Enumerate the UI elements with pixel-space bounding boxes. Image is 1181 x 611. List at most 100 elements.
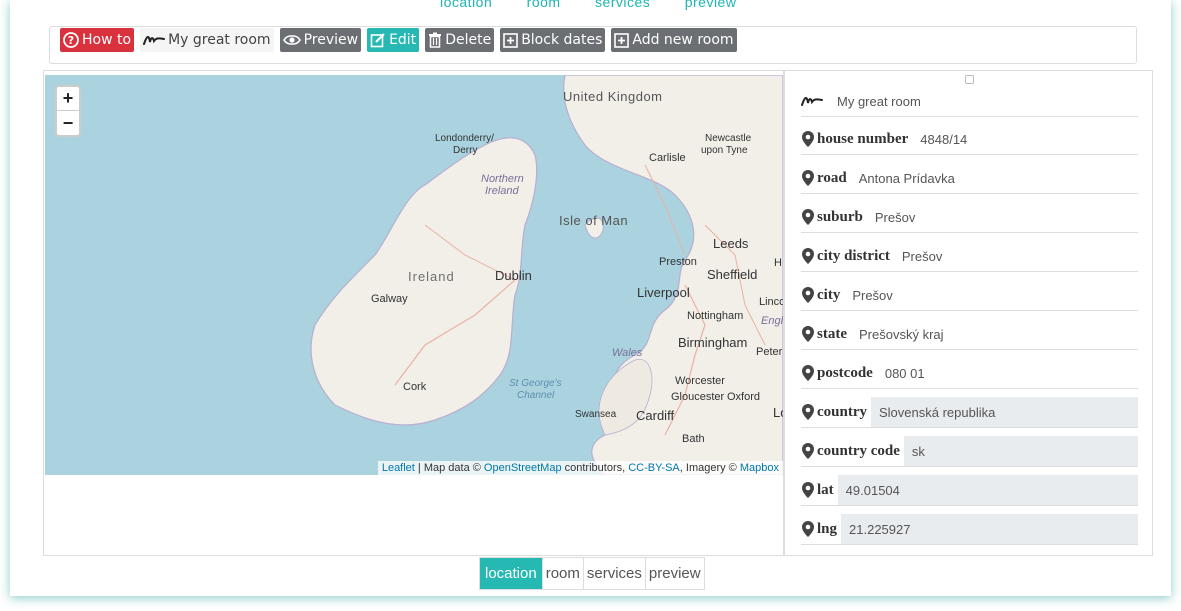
add-new-room-label: Add new room [632, 32, 734, 48]
address-field-lng: lng 21.225927 [801, 514, 1138, 545]
map-label-preston: Preston [659, 256, 697, 268]
add-new-room-button[interactable]: Add new room [611, 28, 737, 52]
room-name-label: My great room [168, 32, 271, 48]
lat-input[interactable]: 49.01504 [837, 475, 1138, 505]
field-label: country code [817, 442, 900, 459]
map-label-peterl: Peterl [756, 346, 783, 358]
map-marker-icon [801, 443, 815, 459]
field-label: city district [817, 247, 890, 264]
address-field-city-district: city district Prešov [801, 241, 1138, 272]
plus-square-icon [503, 32, 518, 48]
pager-preview[interactable]: preview [645, 558, 704, 589]
map[interactable]: United Kingdom Londonderry/ Derry Northe… [45, 75, 783, 475]
mapbox-link[interactable]: Mapbox [740, 462, 779, 474]
field-label: postcode [817, 364, 873, 381]
map-label-derry: Derry [453, 145, 478, 156]
attribution-text: , Imagery © [679, 462, 740, 474]
address-field-road: road Antona Prídavka [801, 163, 1138, 194]
preview-button[interactable]: Preview [279, 28, 362, 52]
map-label-nottingham: Nottingham [687, 310, 744, 322]
map-marker-icon [801, 521, 815, 537]
address-room-name-value: My great room [837, 93, 921, 109]
room-name-button[interactable]: My great room [140, 28, 274, 52]
edit-icon [370, 32, 386, 48]
map-label-upon-tyne: upon Tyne [701, 145, 748, 156]
attribution-text: contributors, [561, 462, 629, 474]
field-value: Prešov [901, 248, 943, 264]
map-label-bath: Bath [682, 433, 705, 445]
edit-label: Edit [389, 32, 417, 48]
map-label-worcester: Worcester [675, 375, 725, 387]
map-label-northern: Northern [481, 173, 524, 185]
map-label-ireland: Ireland [408, 269, 455, 284]
pager-services[interactable]: services [583, 558, 646, 589]
room-toolbar: ? How to My great room Preview Edit Dele… [49, 26, 1137, 64]
step-pager: location room services preview [479, 557, 705, 590]
zoom-control: + − [55, 85, 81, 137]
top-step-services[interactable]: services [595, 0, 650, 10]
map-label-st-georges: St George's [509, 378, 562, 389]
main-frame: location room services preview ? How to … [10, 0, 1171, 596]
osm-link[interactable]: OpenStreetMap [484, 462, 562, 474]
plus-square-icon [614, 32, 630, 48]
map-marker-icon [801, 326, 815, 342]
attribution-text: | Map data © [414, 462, 484, 474]
map-label-wales: Wales [612, 347, 643, 359]
edit-button[interactable]: Edit [367, 28, 420, 52]
map-label-channel: Channel [517, 390, 555, 401]
top-step-location[interactable]: location [440, 0, 492, 10]
map-label-engl: Engl [761, 315, 783, 327]
field-label: suburb [817, 208, 863, 225]
address-field-state: state Prešovský kraj [801, 319, 1138, 350]
top-step-preview[interactable]: preview [685, 0, 737, 10]
field-label: road [817, 169, 847, 186]
map-label-lo: Lo [773, 405, 783, 420]
map-marker-icon [801, 404, 815, 420]
preview-label: Preview [303, 32, 359, 48]
map-label-united-kingdom: United Kingdom [563, 89, 663, 104]
pager-room[interactable]: room [542, 558, 584, 589]
map-label-newcastle: Newcastle [705, 133, 752, 144]
country-input[interactable]: Slovenská republika [871, 397, 1138, 427]
lng-input[interactable]: 21.225927 [841, 514, 1138, 544]
map-label-northern-ireland: Ireland [485, 185, 519, 197]
delete-button[interactable]: Delete [425, 28, 495, 52]
address-field-postcode: postcode 080 01 [801, 358, 1138, 389]
field-label: lat [817, 481, 834, 498]
map-marker-icon [801, 287, 815, 303]
address-field-house-number: house number 4848/14 [801, 124, 1138, 155]
zoom-in-button[interactable]: + [57, 87, 79, 111]
address-field-country-code: country code sk [801, 436, 1138, 467]
map-marker-icon [801, 248, 815, 264]
question-circle-icon: ? [63, 32, 79, 48]
pager-location[interactable]: location [480, 558, 543, 589]
map-label-galway: Galway [371, 293, 408, 305]
leaflet-link[interactable]: Leaflet [382, 462, 415, 474]
map-marker-icon [801, 209, 815, 225]
trash-icon [428, 32, 442, 48]
field-label: country [817, 403, 867, 420]
map-label-linco: Linco [759, 296, 783, 308]
country-code-input[interactable]: sk [903, 436, 1138, 466]
map-label-liverpool: Liverpool [637, 285, 690, 300]
map-marker-icon [801, 482, 815, 498]
license-link[interactable]: CC-BY-SA [628, 462, 680, 474]
howto-button[interactable]: ? How to [60, 28, 135, 52]
field-value: 080 01 [884, 365, 925, 381]
signature-icon [801, 94, 823, 108]
address-panel: My great room house number 4848/14 road … [784, 70, 1153, 556]
map-label-birmingham: Birmingham [678, 335, 748, 350]
block-dates-button[interactable]: Block dates [500, 28, 606, 52]
map-marker-icon [801, 131, 815, 147]
address-field-city: city Prešov [801, 280, 1138, 311]
delete-label: Delete [445, 32, 492, 48]
map-label-h: H [774, 257, 782, 269]
block-dates-label: Block dates [521, 32, 603, 48]
panel-checkbox[interactable] [965, 75, 974, 84]
map-label-sheffield: Sheffield [707, 267, 758, 282]
top-step-room[interactable]: room [527, 0, 561, 10]
map-marker-icon [801, 365, 815, 381]
zoom-out-button[interactable]: − [57, 111, 79, 135]
map-label-cardiff: Cardiff [636, 408, 675, 423]
map-panel: United Kingdom Londonderry/ Derry Northe… [43, 70, 784, 556]
